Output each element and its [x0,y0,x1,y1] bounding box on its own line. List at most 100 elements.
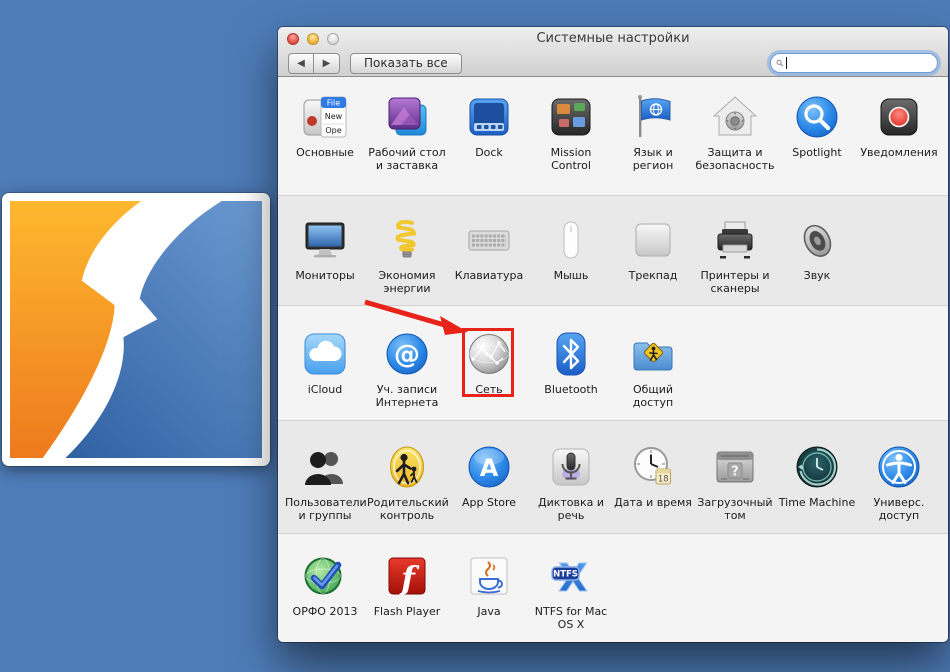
minimize-button[interactable] [307,33,319,45]
svg-text:A: A [480,454,499,482]
back-arrow-icon: ◀ [297,58,305,69]
notifications-icon [875,93,923,141]
pref-item-java[interactable]: Java [448,552,530,632]
pref-item-label: Bluetooth [544,383,597,396]
pref-item-ntfs[interactable]: X NTFS NTFS for Mac OS X [530,552,612,632]
forward-arrow-icon: ▶ [323,58,331,69]
users-groups-icon [301,443,349,491]
svg-text:Ope: Ope [325,126,341,135]
displays-icon [301,216,349,264]
pref-item-label: Уч. записи Интернета [367,383,447,410]
prefs-row-4: Пользователи и группы Родительский контр… [278,420,948,533]
pref-item-label: Mission Control [531,146,611,173]
trackpad-icon [629,216,677,264]
svg-text:File: File [327,99,340,108]
pref-item-sharing[interactable]: Общий доступ [612,330,694,410]
pref-item-mouse[interactable]: Мышь [530,216,612,296]
pref-item-label: Рабочий стол и заставка [367,146,447,173]
pref-item-label: Звук [804,269,831,282]
pref-item-label: Язык и регион [613,146,693,173]
bluetooth-icon [547,330,595,378]
pref-item-bluetooth[interactable]: Bluetooth [530,330,612,410]
startup-disk-icon: ? [711,443,759,491]
pref-item-label: Dock [475,146,503,159]
pref-item-flash-player[interactable]: f Flash Player [366,552,448,632]
mission-control-icon [547,93,595,141]
pref-item-trackpad[interactable]: Трекпад [612,216,694,296]
svg-text:?: ? [731,465,739,480]
pref-item-label: Уведомления [860,146,937,159]
icloud-icon [301,330,349,378]
pref-item-printers[interactable]: Принтеры и сканеры [694,216,776,296]
pref-item-label: iCloud [308,383,342,396]
pref-item-spotlight[interactable]: Spotlight [776,93,858,173]
window-title: Системные настройки [278,27,948,51]
pref-item-date-time[interactable]: 18 Дата и время [612,443,694,523]
pref-item-label: Принтеры и сканеры [695,269,775,296]
pref-item-security[interactable]: Защита и безопасность [694,93,776,173]
security-privacy-icon [711,93,759,141]
search-input[interactable] [790,56,932,70]
printers-scanners-icon [711,216,759,264]
pref-item-label: Трекпад [629,269,678,282]
pref-item-label: Основные [296,146,354,159]
pref-item-label: Диктовка и речь [531,496,611,523]
pref-item-language[interactable]: Язык и регион [612,93,694,173]
java-icon [465,552,513,600]
titlebar[interactable]: Системные настройки [278,27,948,50]
pref-item-energy[interactable]: Экономия энергии [366,216,448,296]
system-preferences-window: Системные настройки ◀ ▶ Показать все [278,27,948,642]
pref-item-keyboard[interactable]: Клавиатура [448,216,530,296]
energy-saver-icon [383,216,431,264]
annotation-arrow-icon [360,294,475,344]
pref-item-desktop[interactable]: Рабочий стол и заставка [366,93,448,173]
ntfs-icon: X NTFS [547,552,595,600]
dock-icon [465,93,513,141]
zoom-button[interactable] [327,33,339,45]
pref-item-label: Java [477,605,500,618]
keyboard-icon [465,216,513,264]
toolbar: ◀ ▶ Показать все [278,50,948,76]
svg-text:18: 18 [658,475,669,485]
pref-item-parental-controls[interactable]: Родительский контроль [366,443,448,523]
close-button[interactable] [287,33,299,45]
pref-item-accessibility[interactable]: Универс. доступ [858,443,940,523]
pref-item-label: Защита и безопасность [695,146,775,173]
pref-item-app-store[interactable]: A App Store [448,443,530,523]
pref-item-mission-control[interactable]: Mission Control [530,93,612,173]
pref-item-notifications[interactable]: Уведомления [858,93,940,173]
pref-item-users-groups[interactable]: Пользователи и группы [284,443,366,523]
pref-item-dock[interactable]: Dock [448,93,530,173]
pref-item-label: Spotlight [792,146,841,159]
mouse-icon [547,216,595,264]
parental-controls-icon [383,443,431,491]
pref-item-sound[interactable]: Звук [776,216,858,296]
pref-item-startup-disk[interactable]: ? Загрузочный том [694,443,776,523]
pref-item-label: App Store [462,496,516,509]
pref-item-label: Дата и время [614,496,692,509]
pref-item-displays[interactable]: Мониторы [284,216,366,296]
forward-button[interactable]: ▶ [314,53,340,74]
back-button[interactable]: ◀ [288,53,314,74]
language-region-icon [629,93,677,141]
svg-text:New: New [325,112,343,121]
pref-item-label: Универс. доступ [859,496,939,523]
pref-item-time-machine[interactable]: Time Machine [776,443,858,523]
lightning-logo-icon [10,201,262,458]
search-field[interactable] [770,53,938,73]
pref-item-dictation[interactable]: Диктовка и речь [530,443,612,523]
flash-player-icon: f [383,552,431,600]
pref-item-label: Экономия энергии [367,269,447,296]
pref-item-orfo[interactable]: ОРФО 2013 [284,552,366,632]
pref-item-general[interactable]: File New Ope Основные [284,93,366,173]
pref-item-label: Мышь [554,269,589,282]
sharing-icon [629,330,677,378]
pref-item-icloud[interactable]: iCloud [284,330,366,410]
prefs-row-5: ОРФО 2013 f Flash Player [278,533,948,642]
date-time-icon: 18 [629,443,677,491]
svg-text:NTFS: NTFS [553,570,578,580]
pref-item-label: Flash Player [374,605,441,618]
accessibility-icon [875,443,923,491]
pref-item-label: Общий доступ [613,383,693,410]
show-all-button[interactable]: Показать все [350,53,462,74]
